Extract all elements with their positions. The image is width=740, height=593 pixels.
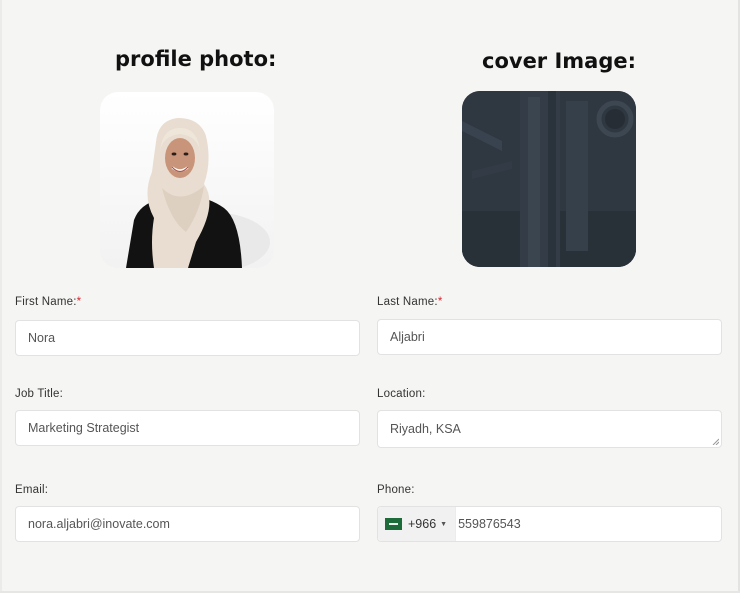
phone-label: Phone: [377,484,415,496]
phone-number-input[interactable]: 559876543 [456,517,521,531]
location-textarea[interactable]: Riyadh, KSA [377,410,722,448]
location-label: Location: [377,388,426,400]
last-name-label: Last Name:* [377,296,443,308]
last-name-value: Aljabri [390,330,425,344]
resize-handle-icon[interactable] [712,438,719,445]
profile-photo-title: profile photo: [115,47,277,71]
job-title-input[interactable]: Marketing Strategist [15,410,360,446]
required-asterisk: * [76,296,82,308]
last-name-label-text: Last Name: [377,296,438,308]
phone-input-group: +966 ▼ 559876543 [377,506,722,542]
email-label: Email: [15,484,49,496]
page-left-edge [0,0,2,593]
location-value: Riyadh, KSA [390,422,461,436]
email-input[interactable]: nora.aljabri@inovate.com [15,506,360,542]
cover-image-upload[interactable] [462,91,636,267]
email-value: nora.aljabri@inovate.com [28,517,170,531]
profile-photo-image [100,92,274,268]
last-name-input[interactable]: Aljabri [377,319,722,355]
job-title-label: Job Title: [15,388,64,400]
country-code-selector[interactable]: +966 ▼ [378,507,457,541]
job-title-value: Marketing Strategist [28,421,140,435]
cover-image [462,91,636,267]
first-name-input[interactable]: Nora [15,320,360,356]
dial-code: +966 [408,517,437,531]
required-asterisk: * [437,296,443,308]
saudi-arabia-flag-icon [385,518,402,530]
first-name-label: First Name:* [15,296,81,308]
caret-down-icon: ▼ [440,520,448,528]
cover-image-title: cover Image: [482,49,637,73]
first-name-label-text: First Name: [15,296,77,308]
first-name-value: Nora [28,331,56,345]
profile-photo-upload[interactable] [100,92,274,268]
